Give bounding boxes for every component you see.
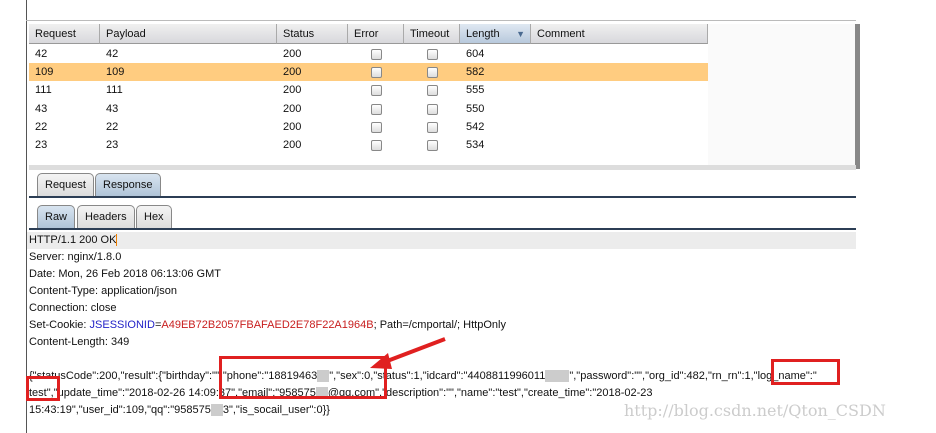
json-text: 15:43:19","user_id":109,"qq":"958575 bbox=[29, 404, 211, 416]
view-tabs: Raw Headers Hex bbox=[29, 203, 856, 230]
cell-length: 582 bbox=[466, 66, 485, 79]
cell-status: 200 bbox=[283, 139, 302, 151]
error-checkbox[interactable] bbox=[371, 85, 382, 97]
table-row[interactable]: 111 111 200 555 bbox=[29, 81, 708, 99]
timeout-checkbox[interactable] bbox=[427, 85, 438, 97]
col-payload[interactable]: Payload bbox=[100, 24, 277, 44]
cell-length: 555 bbox=[466, 84, 485, 97]
json-text: 3","is_socail_user":0}} bbox=[222, 404, 330, 416]
table-empty-area bbox=[708, 24, 856, 169]
error-checkbox[interactable] bbox=[371, 121, 382, 133]
error-checkbox[interactable] bbox=[371, 49, 382, 60]
cell-request: 111 bbox=[35, 84, 52, 97]
tab-response[interactable]: Response bbox=[95, 173, 161, 196]
cell-request: 43 bbox=[35, 102, 48, 115]
header-server: Server: nginx/1.8.0 bbox=[29, 251, 122, 263]
table-row[interactable]: 42 42 200 604 bbox=[29, 45, 708, 63]
response-raw-editor[interactable]: HTTP/1.1 200 OK Server: nginx/1.8.0 Date… bbox=[27, 232, 856, 427]
header-set-cookie: Set-Cookie: JSESSIONID=A49EB72B2057FBAFA… bbox=[29, 319, 506, 331]
header-content-length: Content-Length: 349 bbox=[29, 336, 130, 348]
table-row[interactable]: 43 43 200 550 bbox=[29, 100, 708, 118]
tab-headers[interactable]: Headers bbox=[77, 205, 135, 228]
tab-request[interactable]: Request bbox=[37, 173, 94, 196]
current-line-highlight bbox=[27, 232, 856, 249]
redaction bbox=[545, 370, 570, 383]
cell-payload: 23 bbox=[106, 139, 119, 151]
cell-length: 604 bbox=[466, 48, 485, 60]
cell-status: 200 bbox=[283, 66, 302, 79]
col-error[interactable]: Error bbox=[348, 24, 404, 44]
status-line-text: HTTP/1.1 200 OK bbox=[29, 234, 117, 246]
highlight-test bbox=[26, 376, 60, 401]
header-connection: Connection: close bbox=[29, 302, 117, 314]
col-length-label: Length bbox=[466, 28, 500, 40]
results-table: Request Payload Status Error Timeout Len… bbox=[29, 24, 708, 169]
tab-hex[interactable]: Hex bbox=[136, 205, 172, 228]
cookie-value: A49EB72B2057FBAFAED2E78F22A1964B bbox=[161, 319, 374, 331]
cell-status: 200 bbox=[283, 120, 302, 133]
cell-payload: 42 bbox=[106, 48, 119, 60]
cell-length: 534 bbox=[466, 139, 485, 151]
cell-payload: 22 bbox=[106, 120, 119, 133]
col-comment[interactable]: Comment bbox=[531, 24, 708, 44]
cell-length: 542 bbox=[466, 120, 485, 133]
table-row[interactable]: 109 109 200 582 bbox=[29, 63, 708, 82]
col-timeout[interactable]: Timeout bbox=[404, 24, 460, 44]
col-status[interactable]: Status bbox=[277, 24, 348, 44]
status-line: HTTP/1.1 200 OK bbox=[29, 234, 118, 247]
cookie-prefix: Set-Cookie: bbox=[29, 319, 90, 331]
cell-request: 22 bbox=[35, 120, 48, 133]
json-line-3: 15:43:19","user_id":109,"qq":"958575 3","… bbox=[29, 404, 330, 417]
table-row[interactable]: 22 22 200 542 bbox=[29, 118, 708, 136]
header-content-type: Content-Type: application/json bbox=[29, 285, 177, 297]
text-cursor bbox=[116, 234, 118, 247]
timeout-checkbox[interactable] bbox=[427, 103, 438, 115]
header-date: Date: Mon, 26 Feb 2018 06:13:06 GMT bbox=[29, 268, 222, 280]
cookie-suffix: ; Path=/cmportal/; HttpOnly bbox=[373, 319, 506, 331]
timeout-checkbox[interactable] bbox=[427, 67, 438, 79]
col-request[interactable]: Request bbox=[29, 24, 100, 44]
cell-request: 23 bbox=[35, 139, 48, 151]
timeout-checkbox[interactable] bbox=[427, 121, 438, 133]
error-checkbox[interactable] bbox=[371, 67, 382, 79]
cell-status: 200 bbox=[283, 84, 302, 97]
sort-desc-icon: ▼ bbox=[516, 29, 525, 39]
tab-raw[interactable]: Raw bbox=[37, 205, 76, 228]
cell-request: 109 bbox=[35, 66, 54, 79]
watermark: http://blog.csdn.net/Qton_CSDN bbox=[624, 401, 886, 420]
cell-payload: 111 bbox=[106, 84, 123, 97]
highlight-log-name bbox=[771, 359, 840, 385]
cell-payload: 43 bbox=[106, 102, 119, 115]
divider bbox=[26, 20, 856, 21]
error-checkbox[interactable] bbox=[371, 140, 382, 151]
cell-payload: 109 bbox=[106, 66, 125, 79]
table-row[interactable]: 23 23 200 534 bbox=[29, 136, 708, 154]
cell-status: 200 bbox=[283, 48, 302, 60]
table-vertical-scrollbar[interactable] bbox=[855, 24, 860, 169]
timeout-checkbox[interactable] bbox=[427, 140, 438, 151]
cell-status: 200 bbox=[283, 102, 302, 115]
timeout-checkbox[interactable] bbox=[427, 49, 438, 60]
cell-request: 42 bbox=[35, 48, 48, 60]
table-horizontal-scrollbar[interactable] bbox=[29, 165, 856, 170]
message-tabs: Request Response bbox=[29, 172, 856, 198]
redaction bbox=[210, 404, 223, 417]
cell-length: 550 bbox=[466, 102, 485, 115]
error-checkbox[interactable] bbox=[371, 103, 382, 115]
annotation-arrow-icon bbox=[370, 337, 446, 369]
cookie-name: JSESSIONID bbox=[89, 319, 155, 331]
col-length[interactable]: Length ▼ bbox=[460, 24, 531, 44]
